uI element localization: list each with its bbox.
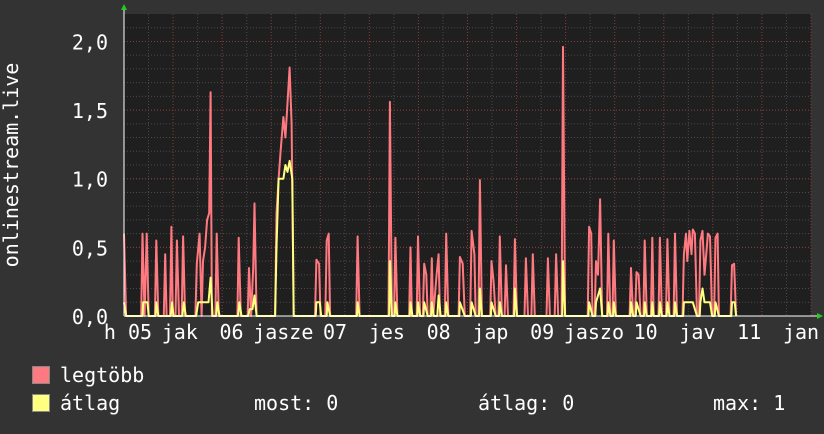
- x-tick-label: 08: [427, 320, 451, 344]
- x-axis-arrow: [817, 313, 823, 319]
- legend-item-average: átlag: [32, 391, 120, 415]
- x-tick-label: h 05: [104, 320, 152, 344]
- stat-current: most: 0: [254, 391, 339, 415]
- x-tick-label: jav: [679, 320, 715, 344]
- y-tick-label: 2,0: [72, 30, 108, 54]
- x-tick-label: jan: [783, 320, 819, 344]
- x-tick-label: jap: [472, 320, 508, 344]
- x-tick-label: jasze: [253, 320, 313, 344]
- legend-swatch-average: [32, 394, 50, 412]
- x-tick-label: jaszo: [564, 320, 624, 344]
- x-tick-label: 07: [323, 320, 347, 344]
- stat-average: átlag: 0: [478, 391, 575, 415]
- legend-label-average: átlag: [60, 391, 121, 415]
- x-tick-label: 09: [530, 320, 554, 344]
- legend-swatch-max: [32, 366, 50, 384]
- x-tick-label: jes: [369, 320, 405, 344]
- y-tick-label: 1,0: [72, 168, 108, 192]
- x-tick-label: 10: [634, 320, 658, 344]
- y-tick-label: 0,5: [72, 236, 108, 260]
- y-tick-label: 0,0: [72, 305, 108, 329]
- x-tick-label: 06: [219, 320, 243, 344]
- legend-item-max: legtöbb: [32, 363, 144, 387]
- x-tick-label: 11: [737, 320, 761, 344]
- y-axis-label: onlinestream.live: [0, 63, 23, 268]
- y-axis-arrow: [121, 4, 127, 10]
- y-tick-label: 1,5: [72, 99, 108, 123]
- stat-max: max: 1: [713, 391, 786, 415]
- legend-label-max: legtöbb: [60, 363, 145, 387]
- x-tick-label: jak: [162, 320, 198, 344]
